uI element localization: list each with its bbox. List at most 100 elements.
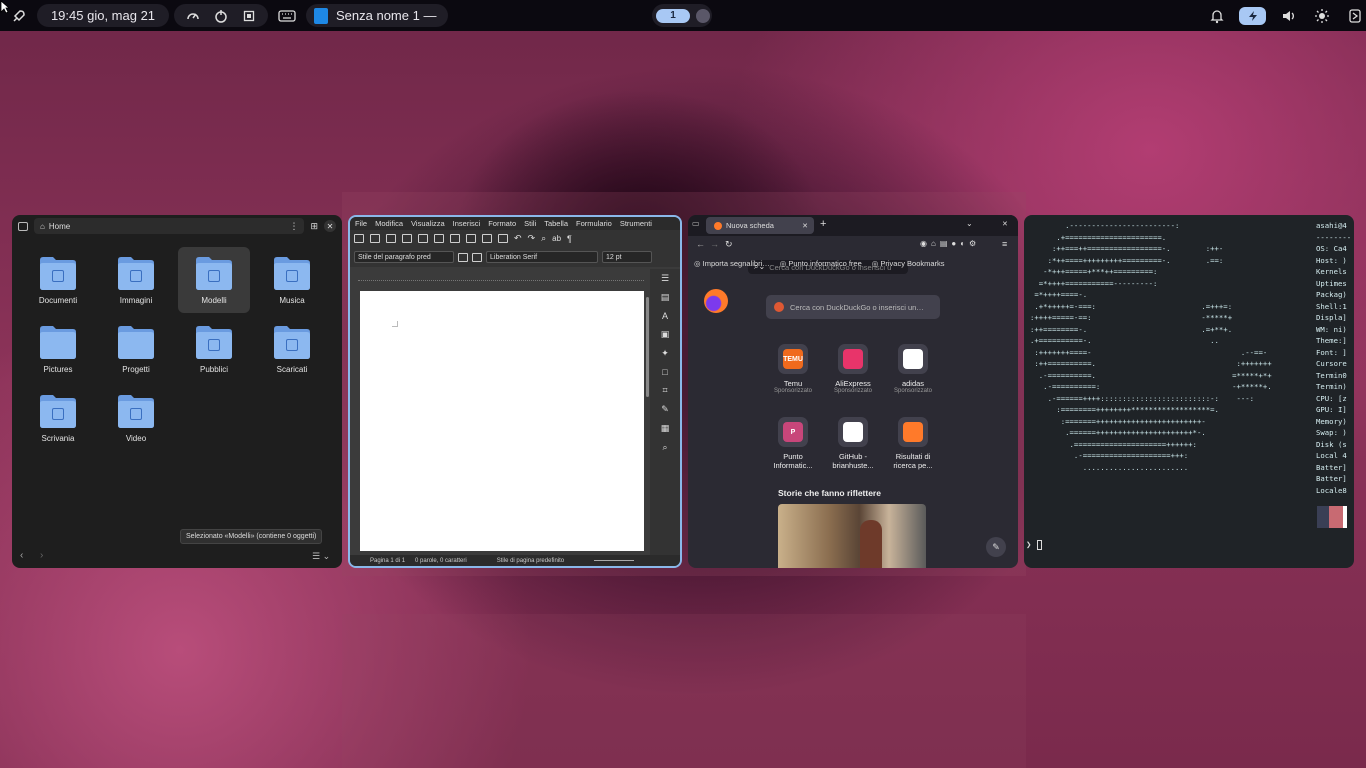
- redo-icon[interactable]: ↷: [528, 233, 536, 244]
- menu-visualizza[interactable]: Visualizza: [411, 219, 445, 228]
- forward-arrow-icon[interactable]: ›: [40, 550, 43, 561]
- tab-close-icon[interactable]: ✕: [802, 222, 808, 230]
- folder-item[interactable]: Pubblici: [178, 316, 250, 382]
- shortcut-tile[interactable]: P Punto Informatic...: [764, 417, 822, 470]
- sidebar-menu-icon[interactable]: ☰: [661, 273, 669, 284]
- back-arrow-icon[interactable]: ‹: [20, 550, 23, 561]
- tab-list-icon[interactable]: ▭: [692, 219, 700, 228]
- folder-item[interactable]: Scrivania: [22, 385, 94, 451]
- extension-icons[interactable]: ◉⌂▤●◐⚙: [920, 239, 980, 248]
- folder-item[interactable]: Musica: [256, 247, 328, 313]
- vertical-scrollbar[interactable]: [646, 297, 649, 397]
- workspace-switcher[interactable]: 1: [652, 4, 712, 27]
- menu-inserisci[interactable]: Inserisci: [453, 219, 481, 228]
- spellcheck-icon[interactable]: ab: [552, 234, 561, 243]
- manage-changes-icon[interactable]: ✎: [661, 404, 669, 415]
- menu-formulario[interactable]: Formulario: [576, 219, 612, 228]
- clock-pill[interactable]: 19:45 gio, mag 21: [37, 4, 169, 27]
- properties-icon[interactable]: ▤: [661, 292, 670, 303]
- ascii-line: .------------------------:: [1030, 221, 1180, 230]
- folder-item[interactable]: Video: [100, 385, 172, 451]
- new-tab-icon[interactable]: +: [820, 218, 826, 230]
- menu-icon[interactable]: ≡: [1002, 239, 1007, 249]
- notification-bell-icon[interactable]: [1206, 5, 1227, 27]
- document-page[interactable]: [360, 291, 644, 551]
- system-monitor-pill[interactable]: [174, 4, 268, 27]
- battery-charging-icon[interactable]: [1239, 6, 1267, 25]
- close-icon[interactable]: ✕: [324, 220, 336, 232]
- print-icon[interactable]: [418, 234, 428, 243]
- styles-icon[interactable]: A: [662, 311, 668, 321]
- reload-icon[interactable]: ↻: [725, 239, 733, 250]
- shortcut-tile[interactable]: GitHub - brianhuste...: [824, 417, 882, 470]
- export-pdf-icon[interactable]: [402, 234, 412, 243]
- folder-item[interactable]: Progetti: [100, 316, 172, 382]
- folder-item[interactable]: Modelli: [178, 247, 250, 313]
- shortcut-tile[interactable]: AliExpress Sponsorizzato: [824, 344, 882, 394]
- print-preview-icon[interactable]: [434, 234, 444, 243]
- gallery-icon[interactable]: ▣: [661, 329, 670, 340]
- menu-stili[interactable]: Stili: [524, 219, 536, 228]
- folder-item[interactable]: Documenti: [22, 247, 94, 313]
- shortcut-tile[interactable]: adidas Sponsorizzato: [884, 344, 942, 394]
- menu-file[interactable]: File: [355, 219, 367, 228]
- newtab-search[interactable]: Cerca con DuckDuckGo o inserisci un…: [766, 295, 940, 319]
- zoom-slider[interactable]: [594, 560, 635, 561]
- volume-icon[interactable]: [1278, 5, 1299, 27]
- folder-item[interactable]: Pictures: [22, 316, 94, 382]
- cut-icon[interactable]: [450, 234, 460, 243]
- bookmark-item[interactable]: ◎ Importa segnalibri…: [694, 259, 770, 268]
- menu-modifica[interactable]: Modifica: [375, 219, 403, 228]
- menu-strumenti[interactable]: Strumenti: [620, 219, 652, 228]
- formatting-marks-icon[interactable]: ¶: [567, 234, 572, 244]
- session-icon[interactable]: [1345, 5, 1366, 27]
- copy-icon[interactable]: [466, 234, 476, 243]
- shortcut-tile[interactable]: Risultati di ricerca pe...: [884, 417, 942, 470]
- active-window-pill[interactable]: Senza nome 1 —: [306, 4, 448, 27]
- bookmark-item[interactable]: ◎ Punto informatico free: [780, 259, 862, 268]
- brightness-icon[interactable]: [1312, 5, 1333, 27]
- zoom-icon[interactable]: ⌕: [662, 442, 667, 453]
- new-style-icon[interactable]: [472, 252, 482, 262]
- menu-formato[interactable]: Formato: [488, 219, 516, 228]
- new-doc-icon[interactable]: [354, 234, 364, 243]
- back-icon[interactable]: ←: [696, 239, 705, 249]
- save-icon[interactable]: [386, 234, 396, 243]
- forward-icon[interactable]: →: [710, 239, 719, 249]
- style-update-icon[interactable]: [458, 252, 468, 262]
- path-menu-icon[interactable]: ⋮: [289, 221, 298, 232]
- folder-item[interactable]: Immagini: [100, 247, 172, 313]
- folder-item[interactable]: Scaricati: [256, 316, 328, 382]
- clone-format-icon[interactable]: [498, 234, 508, 243]
- tab-overflow-icon[interactable]: ⌄: [966, 219, 973, 228]
- open-icon[interactable]: [370, 234, 380, 243]
- design-icon[interactable]: ▦: [661, 423, 670, 434]
- undo-icon[interactable]: ↶: [514, 233, 522, 244]
- terminal-window[interactable]: .------------------------: .+===========…: [1024, 215, 1354, 568]
- paste-icon[interactable]: [482, 234, 492, 243]
- sidebar-toggle-icon[interactable]: [18, 221, 28, 231]
- menu-tabella[interactable]: Tabella: [544, 219, 568, 228]
- shortcut-tile[interactable]: TEMU Temu Sponsorizzato: [764, 344, 822, 394]
- status-page-style[interactable]: Stile di pagina predefinito: [497, 558, 564, 564]
- customize-icon[interactable]: ✎: [986, 537, 1006, 557]
- workspace-2[interactable]: [696, 8, 710, 23]
- path-bar[interactable]: ⌂ Home ⋮: [34, 218, 305, 234]
- view-list-icon[interactable]: ☰ ⌄: [312, 551, 330, 562]
- bookmark-item[interactable]: ◎ Privacy Bookmarks: [872, 259, 945, 268]
- story-card-image[interactable]: [778, 504, 926, 568]
- tab-new-tab[interactable]: Nuova scheda ✕: [706, 217, 814, 234]
- status-words[interactable]: 0 parole, 0 caratteri: [415, 558, 467, 564]
- find-icon[interactable]: ⌕: [541, 233, 546, 244]
- page-icon[interactable]: □: [662, 367, 667, 377]
- font-size-select[interactable]: 12 pt: [602, 251, 652, 263]
- keyboard-icon[interactable]: [276, 5, 298, 27]
- window-close-icon[interactable]: ✕: [1002, 220, 1008, 228]
- font-name-select[interactable]: Liberation Serif: [486, 251, 598, 263]
- launcher-icon[interactable]: [8, 5, 30, 27]
- navigator-icon[interactable]: ✦: [661, 348, 669, 359]
- new-folder-icon[interactable]: ⊞: [310, 221, 318, 232]
- workspace-1[interactable]: 1: [656, 8, 690, 23]
- paragraph-style-select[interactable]: Stile del paragrafo pred: [354, 251, 454, 263]
- style-inspector-icon[interactable]: ⌗: [662, 385, 667, 396]
